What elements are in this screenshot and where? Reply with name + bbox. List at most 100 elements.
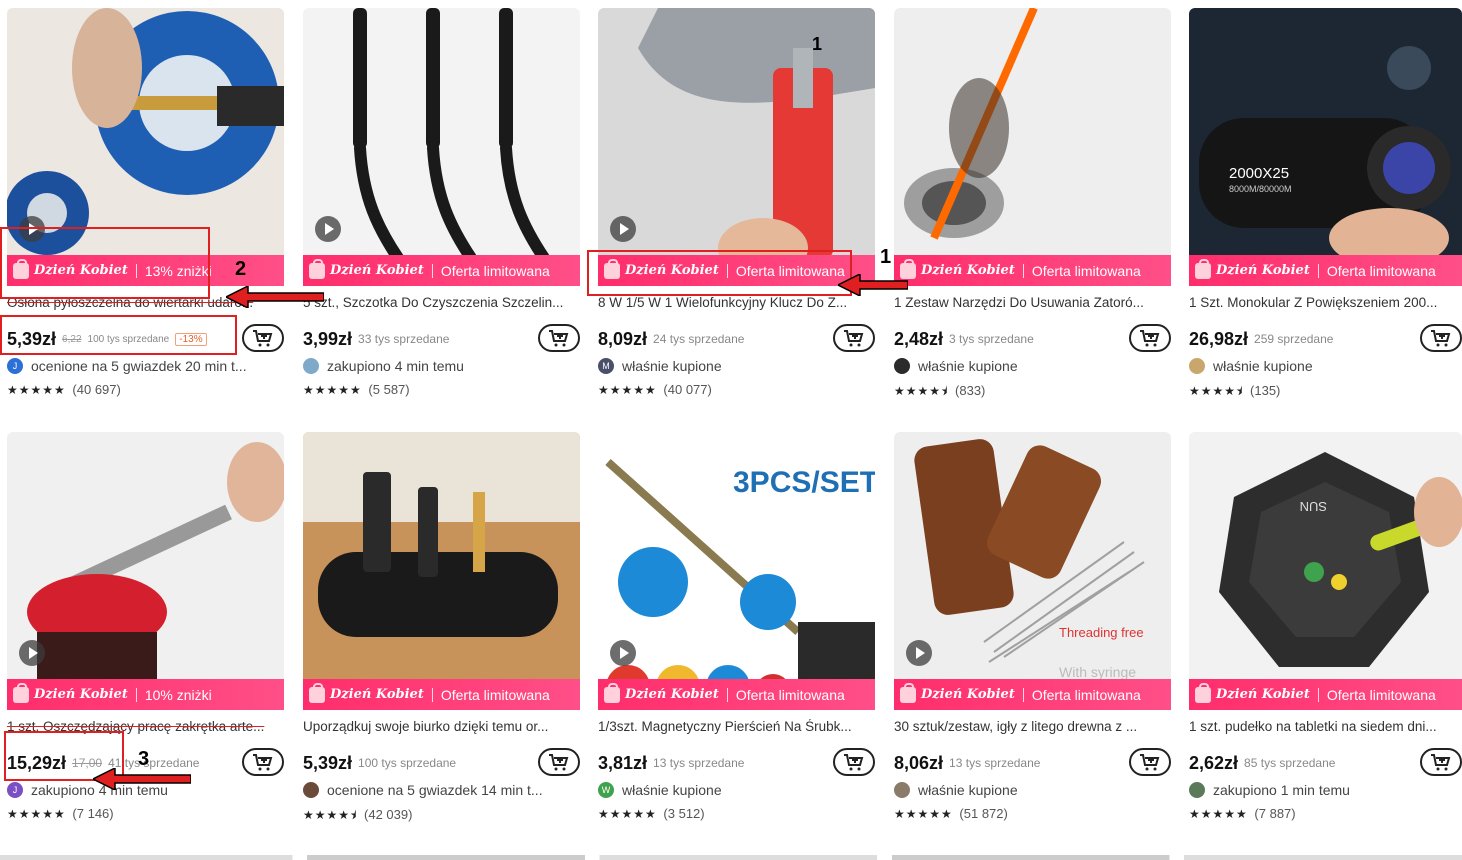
sold-count: 85 tys sprzedane [1244,756,1336,770]
stars-icon: ★★★★★ [7,383,66,397]
add-to-cart-button[interactable] [538,748,580,776]
avatar [1189,782,1205,798]
add-to-cart-button[interactable] [242,748,284,776]
add-to-cart-button[interactable] [1420,324,1462,352]
shopping-bag-icon [900,682,916,703]
add-to-cart-button[interactable] [833,324,875,352]
add-to-cart-button[interactable] [1129,324,1171,352]
annotation-box [0,315,237,355]
buyer-text: właśnie kupione [622,358,722,374]
cart-plus-icon [844,330,864,347]
shopping-bag-icon [309,258,325,279]
product-title[interactable]: 8 W 1/5 W 1 Wielofunkcyjny Klucz Do Z... [598,295,875,310]
add-to-cart-button[interactable] [242,324,284,352]
rating: ★★★★⯨ (135) [1189,382,1280,403]
promo-text: Oferta limitowana [735,686,845,703]
next-row-edge [0,855,1462,860]
product-image[interactable] [7,432,284,710]
promo-text: Oferta limitowana [440,686,550,703]
product-image[interactable]: SUN [1189,432,1462,710]
product-image[interactable]: 3PCS/SET [598,432,875,710]
avatar: J [7,358,23,374]
price-row: 2,62zł 85 tys sprzedane [1189,748,1462,778]
product-title[interactable]: 1 Zestaw Narzędzi Do Usuwania Zatoró... [894,295,1171,310]
shopping-bag-icon [309,682,325,703]
product-image[interactable] [303,432,580,710]
avatar: J [7,782,23,798]
annotation-arrow-icon [226,286,324,308]
stars-icon: ★★★★★ [894,807,953,821]
price: 3,99zł [303,328,353,349]
rating: ★★★★⯨ (833) [894,382,985,403]
cart-plus-icon [549,754,569,771]
product-title[interactable]: 30 sztuk/zestaw, igły z litego drewna z … [894,719,1171,734]
promo-text: 10% zniżki [144,686,212,703]
price-row: 8,06zł 13 tys sprzedane [894,748,1171,778]
product-image[interactable]: Threading free With syringe [894,432,1171,710]
stars-icon: ★★★★★ [598,807,657,821]
add-to-cart-button[interactable] [538,324,580,352]
add-to-cart-button[interactable] [1420,748,1462,776]
add-to-cart-button[interactable] [1129,748,1171,776]
product-image[interactable] [303,8,580,286]
buyer-text: właśnie kupione [918,782,1018,798]
product-title[interactable]: 5 szt., Szczotka Do Czyszczenia Szczelin… [303,295,580,310]
video-play-icon[interactable] [19,640,45,666]
promo-banner: Dzień Kobiet 10% zniżki [7,679,284,710]
product-title[interactable]: 1 szt. pudełko na tabletki na siedem dni… [1189,719,1462,734]
buyer-text: zakupiono 1 min temu [1213,782,1350,798]
price: 26,98zł [1189,328,1249,349]
divider [1317,687,1319,702]
rating: ★★★★★ (40 077) [598,382,712,397]
shopping-bag-icon [1195,258,1211,279]
divider [431,687,433,702]
annotation-number: 1 [880,246,892,268]
cart-plus-icon [1140,754,1160,771]
rating-count: (40 077) [663,382,712,397]
promo-text: Oferta limitowana [1031,262,1141,279]
product-image[interactable] [598,8,875,286]
price: 8,06zł [894,752,944,773]
buyer-text: właśnie kupione [918,358,1018,374]
stars-icon: ★★★★⯨ [303,808,358,822]
buyer-activity: zakupiono 1 min temu [1189,780,1462,800]
shopping-bag-icon [1195,682,1211,703]
rating-count: (135) [1250,383,1281,398]
buyer-activity: właśnie kupione [1189,356,1462,376]
monocular-sublabel: 8000M/80000M [1229,184,1292,194]
rating-count: (40 697) [72,382,121,397]
video-play-icon[interactable] [906,640,932,666]
buyer-activity: zakupiono 4 min temu [303,356,580,376]
cart-plus-icon [1140,330,1160,347]
avatar [303,358,319,374]
sold-count: 24 tys sprzedane [653,332,745,346]
price: 2,62zł [1189,752,1239,773]
price-row: 3,99zł 33 tys sprzedane [303,324,580,354]
promo-tag: Dzień Kobiet [34,687,128,702]
product-title[interactable]: Uporządkuj swoje biurko dzięki temu or..… [303,719,580,734]
cart-plus-icon [253,330,273,347]
shopping-bag-icon [604,682,620,703]
image-text: SUN [1300,499,1327,514]
avatar: W [598,782,614,798]
promo-text: Oferta limitowana [1326,686,1436,703]
promo-tag: Dzień Kobiet [330,687,424,702]
product-image[interactable]: 2000X25 8000M/80000M [1189,8,1462,286]
stars-icon: ★★★★⯨ [894,384,949,398]
promo-banner: Dzień Kobiet Oferta limitowana [1189,255,1462,286]
divider [135,687,137,702]
price: 3,81zł [598,752,648,773]
product-title[interactable]: 1/3szt. Magnetyczny Pierścień Na Śrubk..… [598,719,875,734]
product-image[interactable] [894,8,1171,286]
promo-tag: Dzień Kobiet [1216,687,1310,702]
promo-tag: Dzień Kobiet [625,687,719,702]
video-play-icon[interactable] [610,640,636,666]
promo-tag: Dzień Kobiet [330,263,424,278]
video-play-icon[interactable] [315,216,341,242]
price-row: 2,48zł 3 tys sprzedane [894,324,1171,354]
product-title[interactable]: 1 Szt. Monokular Z Powiększeniem 200... [1189,295,1462,310]
video-play-icon[interactable] [610,216,636,242]
add-to-cart-button[interactable] [833,748,875,776]
rating-count: (42 039) [364,807,413,822]
divider [1022,263,1024,278]
